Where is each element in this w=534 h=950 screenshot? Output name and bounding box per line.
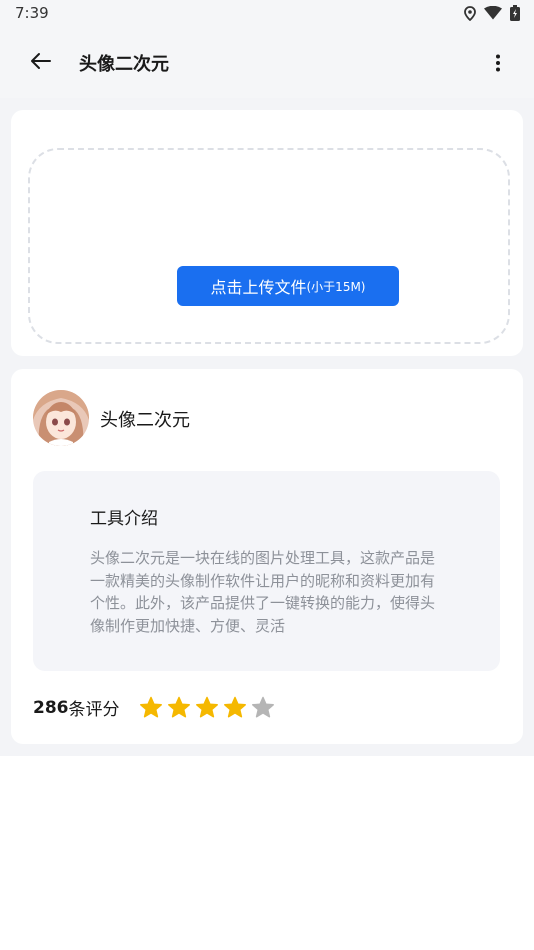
rating-section: 286 条评分 [33,695,275,720]
avatar [33,390,89,446]
status-icons [464,5,520,21]
more-options-button[interactable] [490,50,506,80]
arrow-left-icon [29,52,51,74]
star-rating [139,696,275,720]
back-button[interactable] [20,48,60,78]
tool-name: 头像二次元 [100,410,190,431]
upload-drop-zone[interactable]: 点击上传文件 (小于15M) [28,148,510,344]
location-icon [464,5,476,21]
star-filled-icon [167,696,191,720]
status-time: 7:39 [15,4,49,22]
intro-title: 工具介绍 [90,509,158,529]
upload-button-label: 点击上传文件 [210,278,307,297]
star-filled-icon [139,696,163,720]
content-area: 点击上传文件 (小于15M) 头像二次元 工具介绍 头像二次元是一块在线的图片处理… [0,98,534,756]
upload-card: 点击上传文件 (小于15M) [11,110,523,356]
rating-count: 286 [33,697,69,718]
wifi-icon [484,6,502,20]
upload-file-button[interactable]: 点击上传文件 (小于15M) [177,266,399,306]
star-filled-icon [223,696,247,720]
intro-text: 头像二次元是一块在线的图片处理工具，这款产品是一款精美的头像制作软件让用户的昵称… [90,549,436,635]
status-bar: 7:39 [0,0,534,28]
app-bar: 头像二次元 [0,28,534,98]
page-title: 头像二次元 [79,54,169,75]
star-filled-icon [195,696,219,720]
upload-button-hint: (小于15M) [306,279,366,294]
more-vertical-icon [496,54,500,76]
tool-intro-box: 工具介绍 头像二次元是一块在线的图片处理工具，这款产品是一款精美的头像制作软件让… [33,471,500,671]
tool-info-card: 头像二次元 工具介绍 头像二次元是一块在线的图片处理工具，这款产品是一款精美的头… [11,369,523,744]
rating-label: 条评分 [68,700,120,720]
battery-icon [510,5,520,21]
star-empty-icon [251,696,275,720]
